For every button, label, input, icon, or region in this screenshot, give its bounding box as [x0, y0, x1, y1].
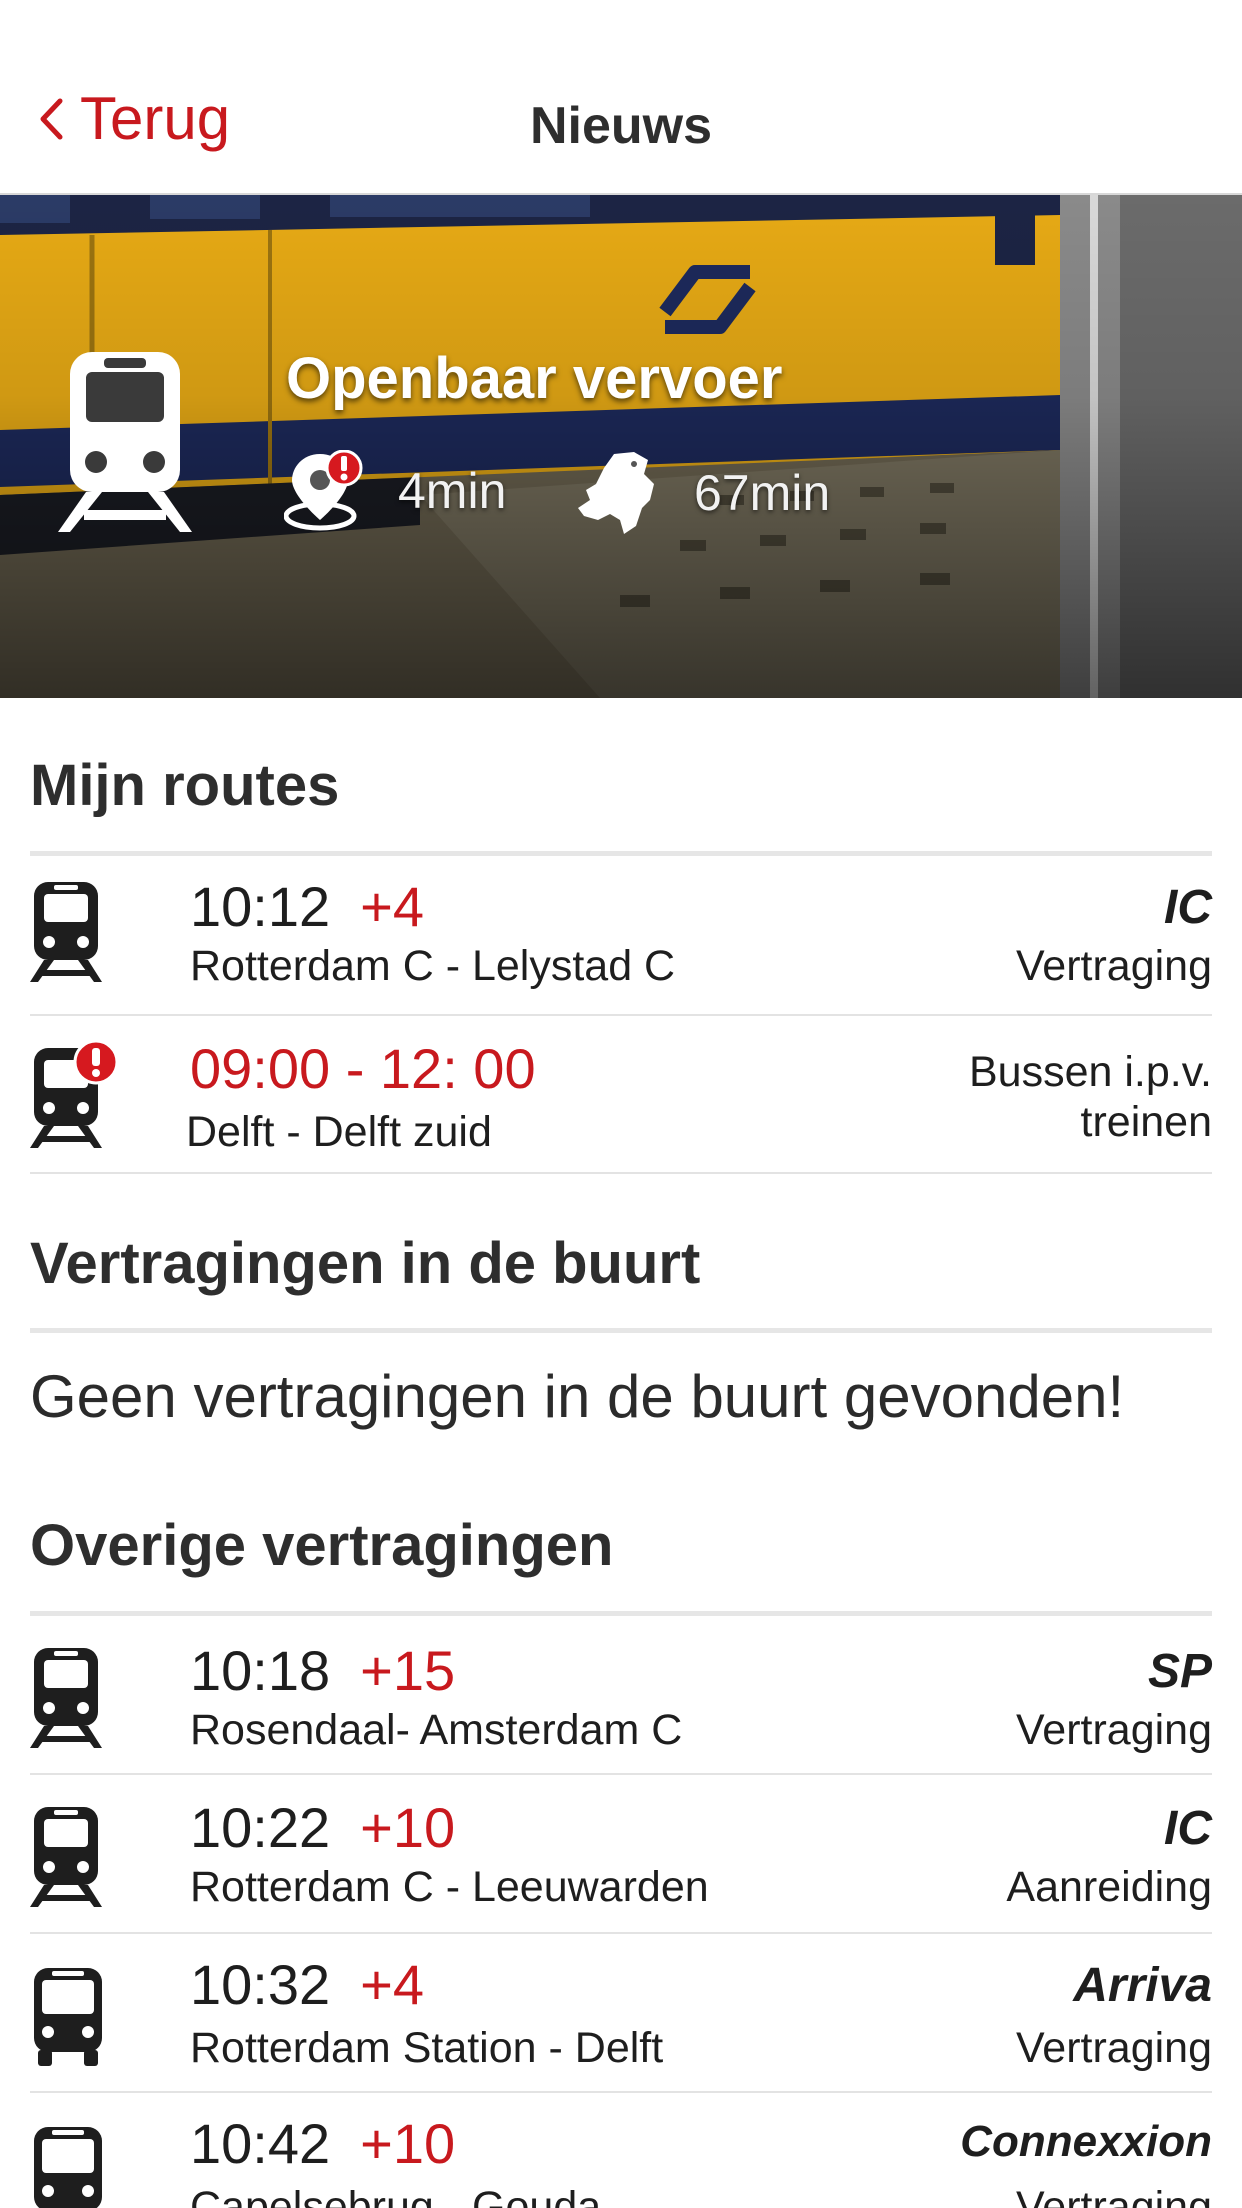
bus-icon	[34, 2127, 102, 2208]
disruption-time-range: 09:00 - 12: 00	[190, 1037, 536, 1100]
route-name: Rotterdam C - Leeuwarden	[190, 1863, 709, 1911]
status-label: Vertraging	[1015, 2183, 1212, 2208]
delay-minutes: +4	[360, 875, 424, 938]
list-item[interactable]: 10:42 +10 Capelsebrug - Gouda Connexxion …	[0, 2093, 1242, 2208]
status-label-line1: Bussen i.p.v.	[969, 1048, 1212, 1096]
status-label: Vertraging	[1015, 1706, 1212, 1754]
page-title: Nieuws	[529, 97, 713, 155]
section-divider	[30, 1328, 1212, 1333]
departure-time: 10:22 +10	[190, 1796, 456, 1859]
status-label-line2: treinen	[1080, 1098, 1212, 1146]
navigation-bar: Terug Nieuws	[0, 0, 1242, 195]
list-item[interactable]: 10:22 +10 Rotterdam C - Leeuwarden IC Aan…	[0, 1775, 1242, 1933]
departure-time: 10:18 +15	[190, 1639, 456, 1702]
section-title-my-routes: Mijn routes	[30, 753, 340, 818]
train-alert-icon	[30, 1040, 119, 1148]
operator-label: SP	[1147, 1645, 1212, 1698]
list-item[interactable]: 10:12 +4 Rotterdam C - Lelystad C IC Vert…	[0, 856, 1242, 1014]
departure-time: 10:42 +10	[190, 2112, 456, 2175]
operator-label: Arriva	[1073, 1959, 1212, 2012]
section-title-nearby: Vertragingen in de buurt	[30, 1231, 701, 1296]
list-item[interactable]: 10:32 +4 Rotterdam Station - Delft Arriva…	[0, 1934, 1242, 2092]
route-name: Rotterdam Station - Delft	[190, 2024, 664, 2072]
delay-minutes: +10	[360, 1796, 456, 1859]
train-icon	[30, 1807, 102, 1907]
operator-label: IC	[1164, 881, 1212, 934]
location-alert-icon	[284, 450, 363, 531]
operator-label: IC	[1164, 1802, 1212, 1855]
route-name: Delft - Delft zuid	[186, 1108, 492, 1156]
national-delay-value: 67min	[694, 465, 831, 521]
row-divider	[30, 1172, 1212, 1174]
delay-minutes: +10	[360, 2112, 456, 2175]
status-label: Vertraging	[1015, 2024, 1212, 2072]
route-name: Rosendaal- Amsterdam C	[190, 1706, 683, 1754]
operator-label: Connexxion	[960, 2117, 1212, 2166]
train-icon	[30, 1648, 102, 1748]
national-delay-stat: 67min	[574, 450, 830, 536]
departure-time: 10:32 +4	[190, 1953, 424, 2016]
local-delay-stat: 4min	[284, 450, 506, 532]
route-name: Rotterdam C - Lelystad C	[190, 942, 676, 990]
list-item[interactable]: 09:00 - 12: 00 Delft - Delft zuid Bussen…	[0, 1016, 1242, 1172]
bus-icon	[34, 1968, 102, 2066]
local-delay-value: 4min	[398, 463, 507, 519]
train-icon	[58, 352, 192, 532]
route-name: Capelsebrug - Gouda	[190, 2183, 602, 2208]
list-item[interactable]: 10:18 +15 Rosendaal- Amsterdam C SP Vertr…	[0, 1616, 1242, 1774]
delay-minutes: +4	[360, 1953, 424, 2016]
status-label: Vertraging	[1015, 942, 1212, 990]
netherlands-map-icon	[578, 452, 654, 534]
empty-state-message: Geen vertragingen in de buurt gevonden!	[30, 1363, 1125, 1430]
section-title-other: Overige vertragingen	[30, 1513, 614, 1578]
hero-title: Openbaar vervoer	[286, 346, 783, 411]
train-icon	[30, 882, 102, 982]
status-label: Aanreiding	[1006, 1863, 1212, 1911]
delay-minutes: +15	[360, 1639, 456, 1702]
departure-time: 10:12 +4	[190, 875, 424, 938]
